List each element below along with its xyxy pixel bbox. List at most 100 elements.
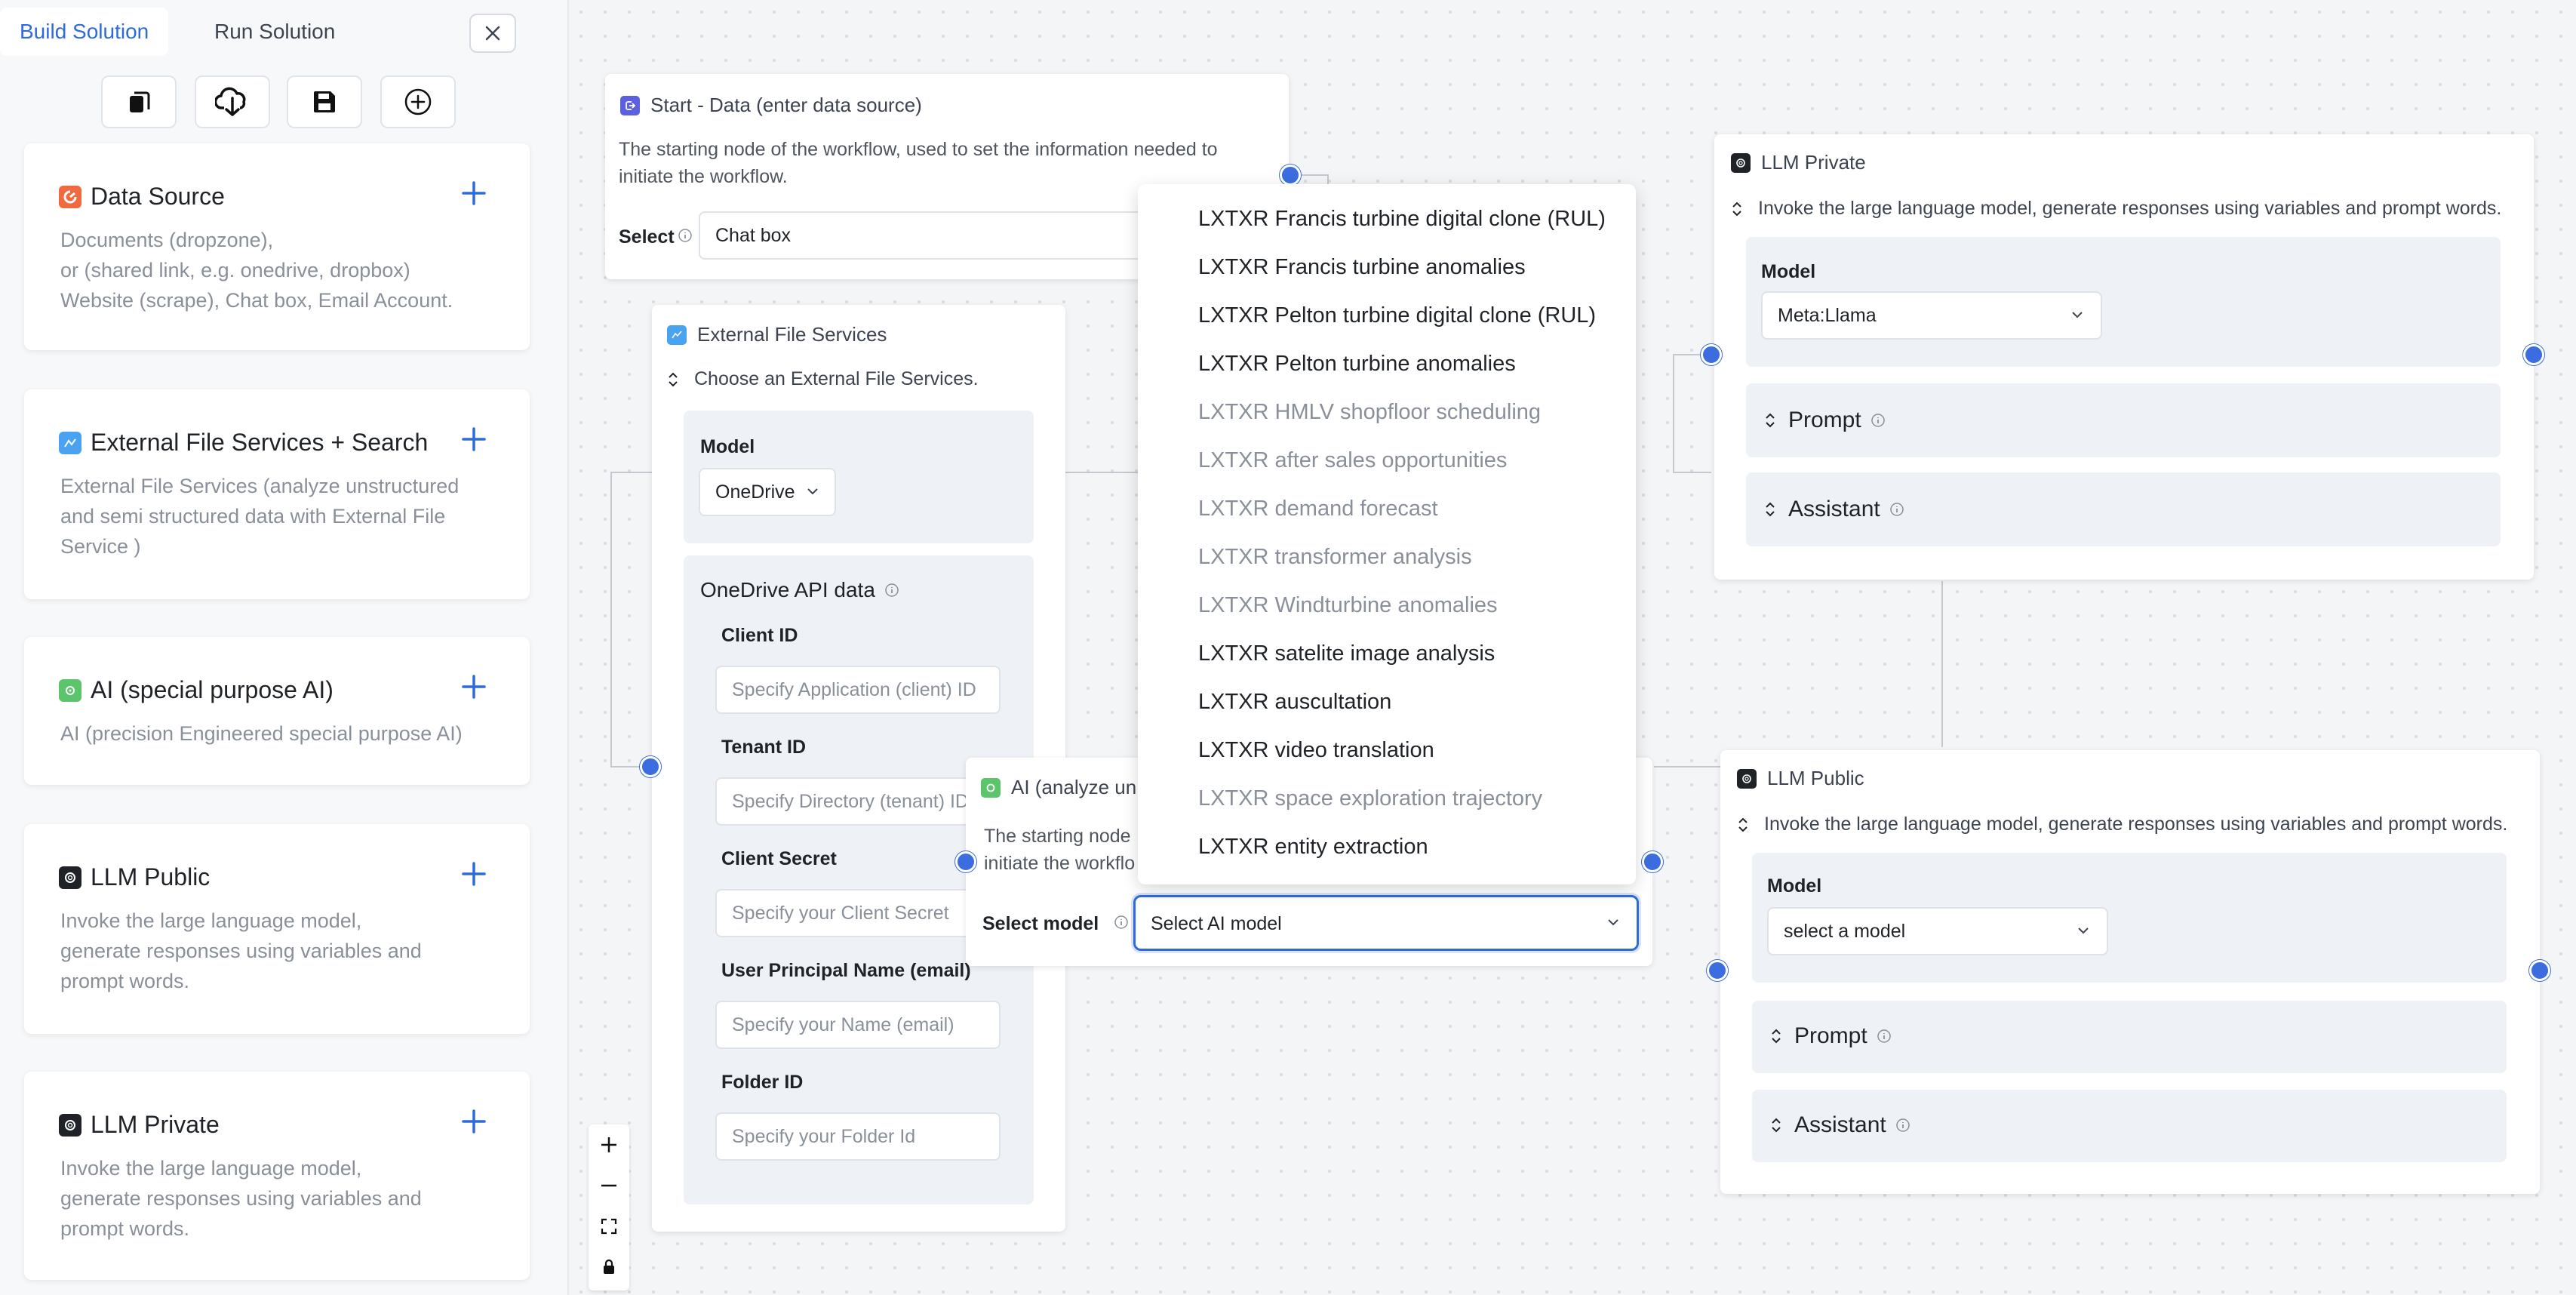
- node-subtitle: Invoke the large language model, generat…: [1737, 814, 2507, 835]
- expand-collapse-icon: [1732, 201, 1741, 216]
- node-title: Start - Data (enter data source): [650, 94, 922, 116]
- model-select[interactable]: select a model: [1767, 907, 2108, 955]
- user-principal-label: User Principal Name (email): [721, 960, 971, 981]
- dropdown-option[interactable]: LXTXR Windturbine anomalies: [1198, 593, 1498, 618]
- fit-view-button[interactable]: [589, 1206, 629, 1247]
- chevron-down-icon: [2072, 312, 2083, 318]
- info-icon: [1877, 1029, 1891, 1043]
- dropdown-option[interactable]: LXTXR auscultation: [1198, 690, 1391, 715]
- folder-id-input[interactable]: Specify your Folder Id: [715, 1112, 1001, 1161]
- chevron-down-icon: [807, 488, 818, 495]
- model-value: OneDrive: [715, 481, 795, 503]
- user-principal-input[interactable]: Specify your Name (email): [715, 1001, 1001, 1049]
- dropdown-option[interactable]: LXTXR HMLV shopfloor scheduling: [1198, 400, 1541, 425]
- llm-public-node[interactable]: LLM Public Invoke the large language mod…: [1720, 750, 2540, 1194]
- select-model-label: Select model: [982, 913, 1099, 934]
- chevron-down-icon: [1608, 919, 1618, 926]
- prompt-label: Prompt: [1788, 408, 1861, 432]
- ai-model-value: Select AI model: [1151, 913, 1282, 934]
- assistant-label: Assistant: [1788, 497, 1880, 521]
- dropdown-option[interactable]: LXTXR space exploration trajectory: [1198, 786, 1542, 811]
- node-header: External File Services: [667, 323, 887, 346]
- dropdown-option[interactable]: LXTXR entity extraction: [1198, 835, 1428, 860]
- dropdown-option[interactable]: LXTXR video translation: [1198, 738, 1434, 763]
- api-data-heading: OneDrive API data: [700, 578, 899, 602]
- output-handle[interactable]: [2529, 960, 2550, 981]
- zoom-in-button[interactable]: [589, 1124, 629, 1165]
- dropdown-option[interactable]: LXTXR Pelton turbine digital clone (RUL): [1198, 303, 1596, 328]
- assistant-label: Assistant: [1794, 1112, 1886, 1137]
- fullscreen-icon: [601, 1218, 617, 1235]
- assistant-expander[interactable]: Assistant: [1764, 497, 1904, 522]
- dropdown-option[interactable]: LXTXR transformer analysis: [1198, 545, 1472, 570]
- data-source-select[interactable]: Chat box: [699, 211, 1167, 260]
- info-icon: [885, 583, 899, 597]
- model-value: Meta:Llama: [1778, 305, 1877, 326]
- assistant-section[interactable]: Assistant: [1746, 472, 2501, 546]
- output-handle[interactable]: [1280, 165, 1301, 186]
- expand-collapse-icon: [1766, 502, 1775, 517]
- openai-icon: [1737, 768, 1757, 789]
- dropdown-option[interactable]: LXTXR Francis turbine digital clone (RUL…: [1198, 207, 1606, 232]
- zoom-controls: [589, 1124, 629, 1290]
- ai-model-select[interactable]: Select AI model: [1133, 895, 1639, 951]
- assistant-expander[interactable]: Assistant: [1770, 1112, 1910, 1138]
- desc-line: The starting node: [984, 826, 1131, 847]
- subtitle-text: Invoke the large language model, generat…: [1758, 198, 2502, 219]
- node-header: LLM Public: [1737, 767, 1864, 790]
- lock-button[interactable]: [589, 1247, 629, 1287]
- input-handle[interactable]: [640, 756, 661, 777]
- dropdown-option[interactable]: LXTXR Pelton turbine anomalies: [1198, 352, 1516, 377]
- model-select[interactable]: Meta:Llama: [1761, 291, 2102, 340]
- dropdown-option[interactable]: LXTXR satelite image analysis: [1198, 641, 1495, 666]
- start-icon: [620, 95, 640, 115]
- tenant-id-input[interactable]: Specify Directory (tenant) ID: [715, 777, 1001, 826]
- expand-collapse-icon: [669, 372, 678, 386]
- dropdown-option[interactable]: LXTXR demand forecast: [1198, 497, 1438, 521]
- prompt-expander[interactable]: Prompt: [1764, 408, 1886, 433]
- plus-icon: [601, 1137, 616, 1152]
- prompt-section[interactable]: Prompt: [1746, 383, 2501, 457]
- api-title: OneDrive API data: [700, 578, 875, 601]
- input-handle[interactable]: [1701, 344, 1722, 365]
- model-select[interactable]: OneDrive: [699, 468, 836, 516]
- ai-model-dropdown: LXTXR Francis turbine digital clone (RUL…: [1138, 184, 1636, 884]
- client-secret-input[interactable]: Specify your Client Secret: [715, 889, 1001, 937]
- info-icon: [678, 229, 692, 242]
- client-secret-label: Client Secret: [721, 848, 837, 869]
- client-id-label: Client ID: [721, 625, 798, 646]
- node-description: The starting node of the workflow, used …: [619, 136, 1218, 190]
- output-handle[interactable]: [2523, 344, 2544, 365]
- client-id-input[interactable]: Specify Application (client) ID: [715, 666, 1001, 714]
- expand-collapse-icon: [1772, 1118, 1781, 1133]
- tenant-id-label: Tenant ID: [721, 737, 807, 758]
- edge: [1673, 354, 1711, 473]
- input-handle[interactable]: [955, 851, 976, 872]
- node-title: External File Services: [697, 323, 887, 346]
- node-subtitle: Invoke the large language model, generat…: [1731, 198, 2501, 220]
- subtitle-text: Invoke the large language model, generat…: [1764, 814, 2508, 835]
- llm-private-node[interactable]: LLM Private Invoke the large language mo…: [1714, 134, 2534, 580]
- ai-icon: [981, 777, 1001, 798]
- chevron-down-icon: [2078, 927, 2089, 934]
- prompt-expander[interactable]: Prompt: [1770, 1023, 1892, 1049]
- dropdown-option[interactable]: LXTXR after sales opportunities: [1198, 448, 1507, 473]
- zoom-out-button[interactable]: [589, 1165, 629, 1206]
- node-header: LLM Private: [1731, 151, 1866, 174]
- prompt-section[interactable]: Prompt: [1752, 1001, 2507, 1073]
- assistant-section[interactable]: Assistant: [1752, 1090, 2507, 1162]
- minus-icon: [601, 1184, 616, 1187]
- node-header: Start - Data (enter data source): [620, 94, 922, 117]
- node-title: AI (analyze un: [1011, 776, 1137, 798]
- output-handle[interactable]: [1642, 851, 1663, 872]
- model-panel: Model OneDrive: [684, 411, 1034, 543]
- openai-icon: [1731, 152, 1751, 173]
- model-label: Model: [1761, 261, 1816, 282]
- info-icon: [1889, 503, 1904, 516]
- dropdown-option[interactable]: LXTXR Francis turbine anomalies: [1198, 255, 1526, 280]
- select-label: Select: [619, 226, 675, 248]
- node-header: AI (analyze un: [981, 776, 1136, 799]
- node-description: The starting node initiate the workflo: [984, 823, 1135, 877]
- info-icon: [1895, 1118, 1910, 1132]
- input-handle[interactable]: [1707, 960, 1728, 981]
